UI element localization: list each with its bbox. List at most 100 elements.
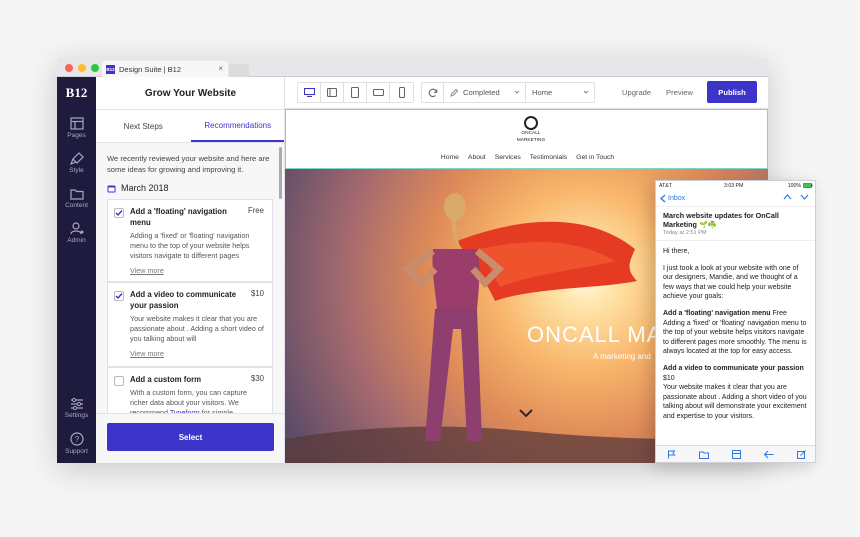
laptop-view-button[interactable] <box>321 83 344 102</box>
card-view-more-link[interactable]: View more <box>130 266 164 275</box>
recommendation-card[interactable]: Add a video to communicate your passion … <box>107 282 273 367</box>
site-header[interactable]: ONCALL MARKETING Home About Services Tes… <box>285 109 768 169</box>
nav-item-admin[interactable]: Admin <box>57 222 96 244</box>
maximize-window-button[interactable] <box>91 64 99 72</box>
email-item: Add a 'floating' navigation menu Free Add… <box>663 309 808 357</box>
page-dropdown[interactable]: Home <box>526 83 594 102</box>
email-phone-mockup: AT&T 3:03 PM 100% Inbox March website up… <box>655 180 816 463</box>
email-item-price: $10 <box>663 374 675 382</box>
panel-intro: We recently reviewed your website and he… <box>107 154 270 174</box>
chevron-up-icon[interactable] <box>783 194 792 200</box>
reply-icon[interactable] <box>763 450 774 459</box>
site-nav-contact[interactable]: Get in Touch <box>576 154 614 161</box>
side-navigation: B12 Pages Style Content Admin Settings ?… <box>57 77 96 463</box>
tab-close-icon[interactable]: × <box>218 64 223 73</box>
tab-recommendations[interactable]: Recommendations <box>190 110 284 142</box>
nav-item-pages[interactable]: Pages <box>57 117 96 139</box>
site-nav-about[interactable]: About <box>468 154 486 161</box>
tablet-view-button[interactable] <box>344 83 367 102</box>
email-subject-emoji: 🌱☘️ <box>698 220 717 229</box>
compose-icon[interactable] <box>796 449 806 459</box>
card-view-more-link[interactable]: View more <box>130 349 164 358</box>
nav-item-style[interactable]: Style <box>57 152 96 174</box>
card-price: $30 <box>250 374 264 383</box>
chevron-down-icon[interactable] <box>800 194 809 200</box>
tab-next-steps[interactable]: Next Steps <box>96 110 191 142</box>
email-paragraph: I just took a look at your website with … <box>663 264 799 301</box>
site-nav-testimonials[interactable]: Testimonials <box>530 154 567 161</box>
card-title: Add a video to communicate your passion <box>130 290 237 310</box>
nav-label-pages: Pages <box>67 132 86 139</box>
nav-label-admin: Admin <box>67 237 86 244</box>
card-checkbox[interactable] <box>114 291 124 301</box>
inbox-label: Inbox <box>668 195 686 202</box>
new-tab-button[interactable] <box>229 64 249 77</box>
chevron-left-icon <box>660 194 666 203</box>
nav-label-support: Support <box>65 448 88 455</box>
email-item: Add a video to communicate your passion $… <box>663 364 808 422</box>
scroll-down-chevron-icon[interactable] <box>519 409 533 418</box>
page-dropdown-value: Home <box>532 88 553 97</box>
inbox-back-button[interactable]: Inbox <box>660 194 685 203</box>
desktop-icon <box>303 88 315 97</box>
nav-label-style: Style <box>69 167 84 174</box>
publish-button[interactable]: Publish <box>707 81 757 103</box>
flag-icon[interactable] <box>667 450 676 459</box>
question-icon: ? <box>69 432 84 446</box>
window-controls <box>65 64 99 72</box>
upgrade-link[interactable]: Upgrade <box>622 88 651 97</box>
select-button[interactable]: Select <box>107 423 274 451</box>
recommendation-card[interactable]: Add a 'floating' navigation menu Free Ad… <box>107 199 273 282</box>
site-logo-mark-icon <box>524 116 538 130</box>
hero-title: ONCALL MA <box>527 322 663 347</box>
month-label: March 2018 <box>121 183 169 193</box>
site-logo[interactable]: ONCALL MARKETING <box>511 116 551 143</box>
mobile-landscape-view-button[interactable] <box>367 83 390 102</box>
mail-toolbar <box>656 445 815 462</box>
chevron-down-icon <box>514 90 520 94</box>
check-icon <box>115 210 123 217</box>
email-greeting: Hi there, <box>663 248 690 255</box>
email-item-title: Add a video to communicate your passion <box>663 364 804 372</box>
device-switcher <box>297 82 414 103</box>
archive-icon[interactable] <box>731 449 741 459</box>
nav-label-content: Content <box>65 202 88 209</box>
status-value: Completed <box>463 88 500 97</box>
nav-item-settings[interactable]: Settings <box>57 397 96 419</box>
phone-time: 3:03 PM <box>724 183 744 189</box>
mobile-view-button[interactable] <box>390 83 413 102</box>
panel-scrollbar[interactable] <box>279 147 282 199</box>
battery-label: 100% <box>787 183 801 189</box>
calendar-icon <box>107 185 116 192</box>
panel-title: Grow Your Website <box>96 77 284 110</box>
carrier-label: AT&T <box>659 183 672 189</box>
month-heading: March 2018 <box>107 183 169 193</box>
folder-icon[interactable] <box>699 450 710 459</box>
recommendations-panel: Grow Your Website Next Steps Recommendat… <box>96 77 285 463</box>
svg-text:?: ? <box>74 435 79 444</box>
site-nav-services[interactable]: Services <box>495 154 521 161</box>
status-dropdown[interactable]: Completed <box>444 83 526 102</box>
message-arrows <box>783 194 809 200</box>
tablet-landscape-icon <box>327 88 337 97</box>
nav-item-support[interactable]: ? Support <box>57 432 96 455</box>
card-description: Adding a 'fixed' or 'floating' navigatio… <box>130 231 250 260</box>
email-item-price: Free <box>772 309 787 317</box>
nav-item-content[interactable]: Content <box>57 187 96 209</box>
tab-title: Design Suite | B12 <box>119 64 181 74</box>
close-window-button[interactable] <box>65 64 73 72</box>
browser-titlebar: B12 Design Suite | B12 × <box>57 58 768 77</box>
refresh-button[interactable] <box>422 83 444 102</box>
site-nav-home[interactable]: Home <box>441 154 459 161</box>
site-logo-line1: ONCALL <box>521 131 541 136</box>
card-checkbox[interactable] <box>114 376 124 386</box>
preview-link[interactable]: Preview <box>666 88 693 97</box>
card-checkbox[interactable] <box>114 208 124 218</box>
minimize-window-button[interactable] <box>78 64 86 72</box>
browser-tab[interactable]: B12 Design Suite | B12 × <box>102 61 228 77</box>
card-description: Your website makes it clear that you are… <box>130 314 264 343</box>
desktop-view-button[interactable] <box>298 83 321 102</box>
email-subject-text: March website updates for OnCall Marketi… <box>663 211 779 229</box>
b12-logo[interactable]: B12 <box>57 85 96 101</box>
site-nav: Home About Services Testimonials Get in … <box>286 154 768 161</box>
